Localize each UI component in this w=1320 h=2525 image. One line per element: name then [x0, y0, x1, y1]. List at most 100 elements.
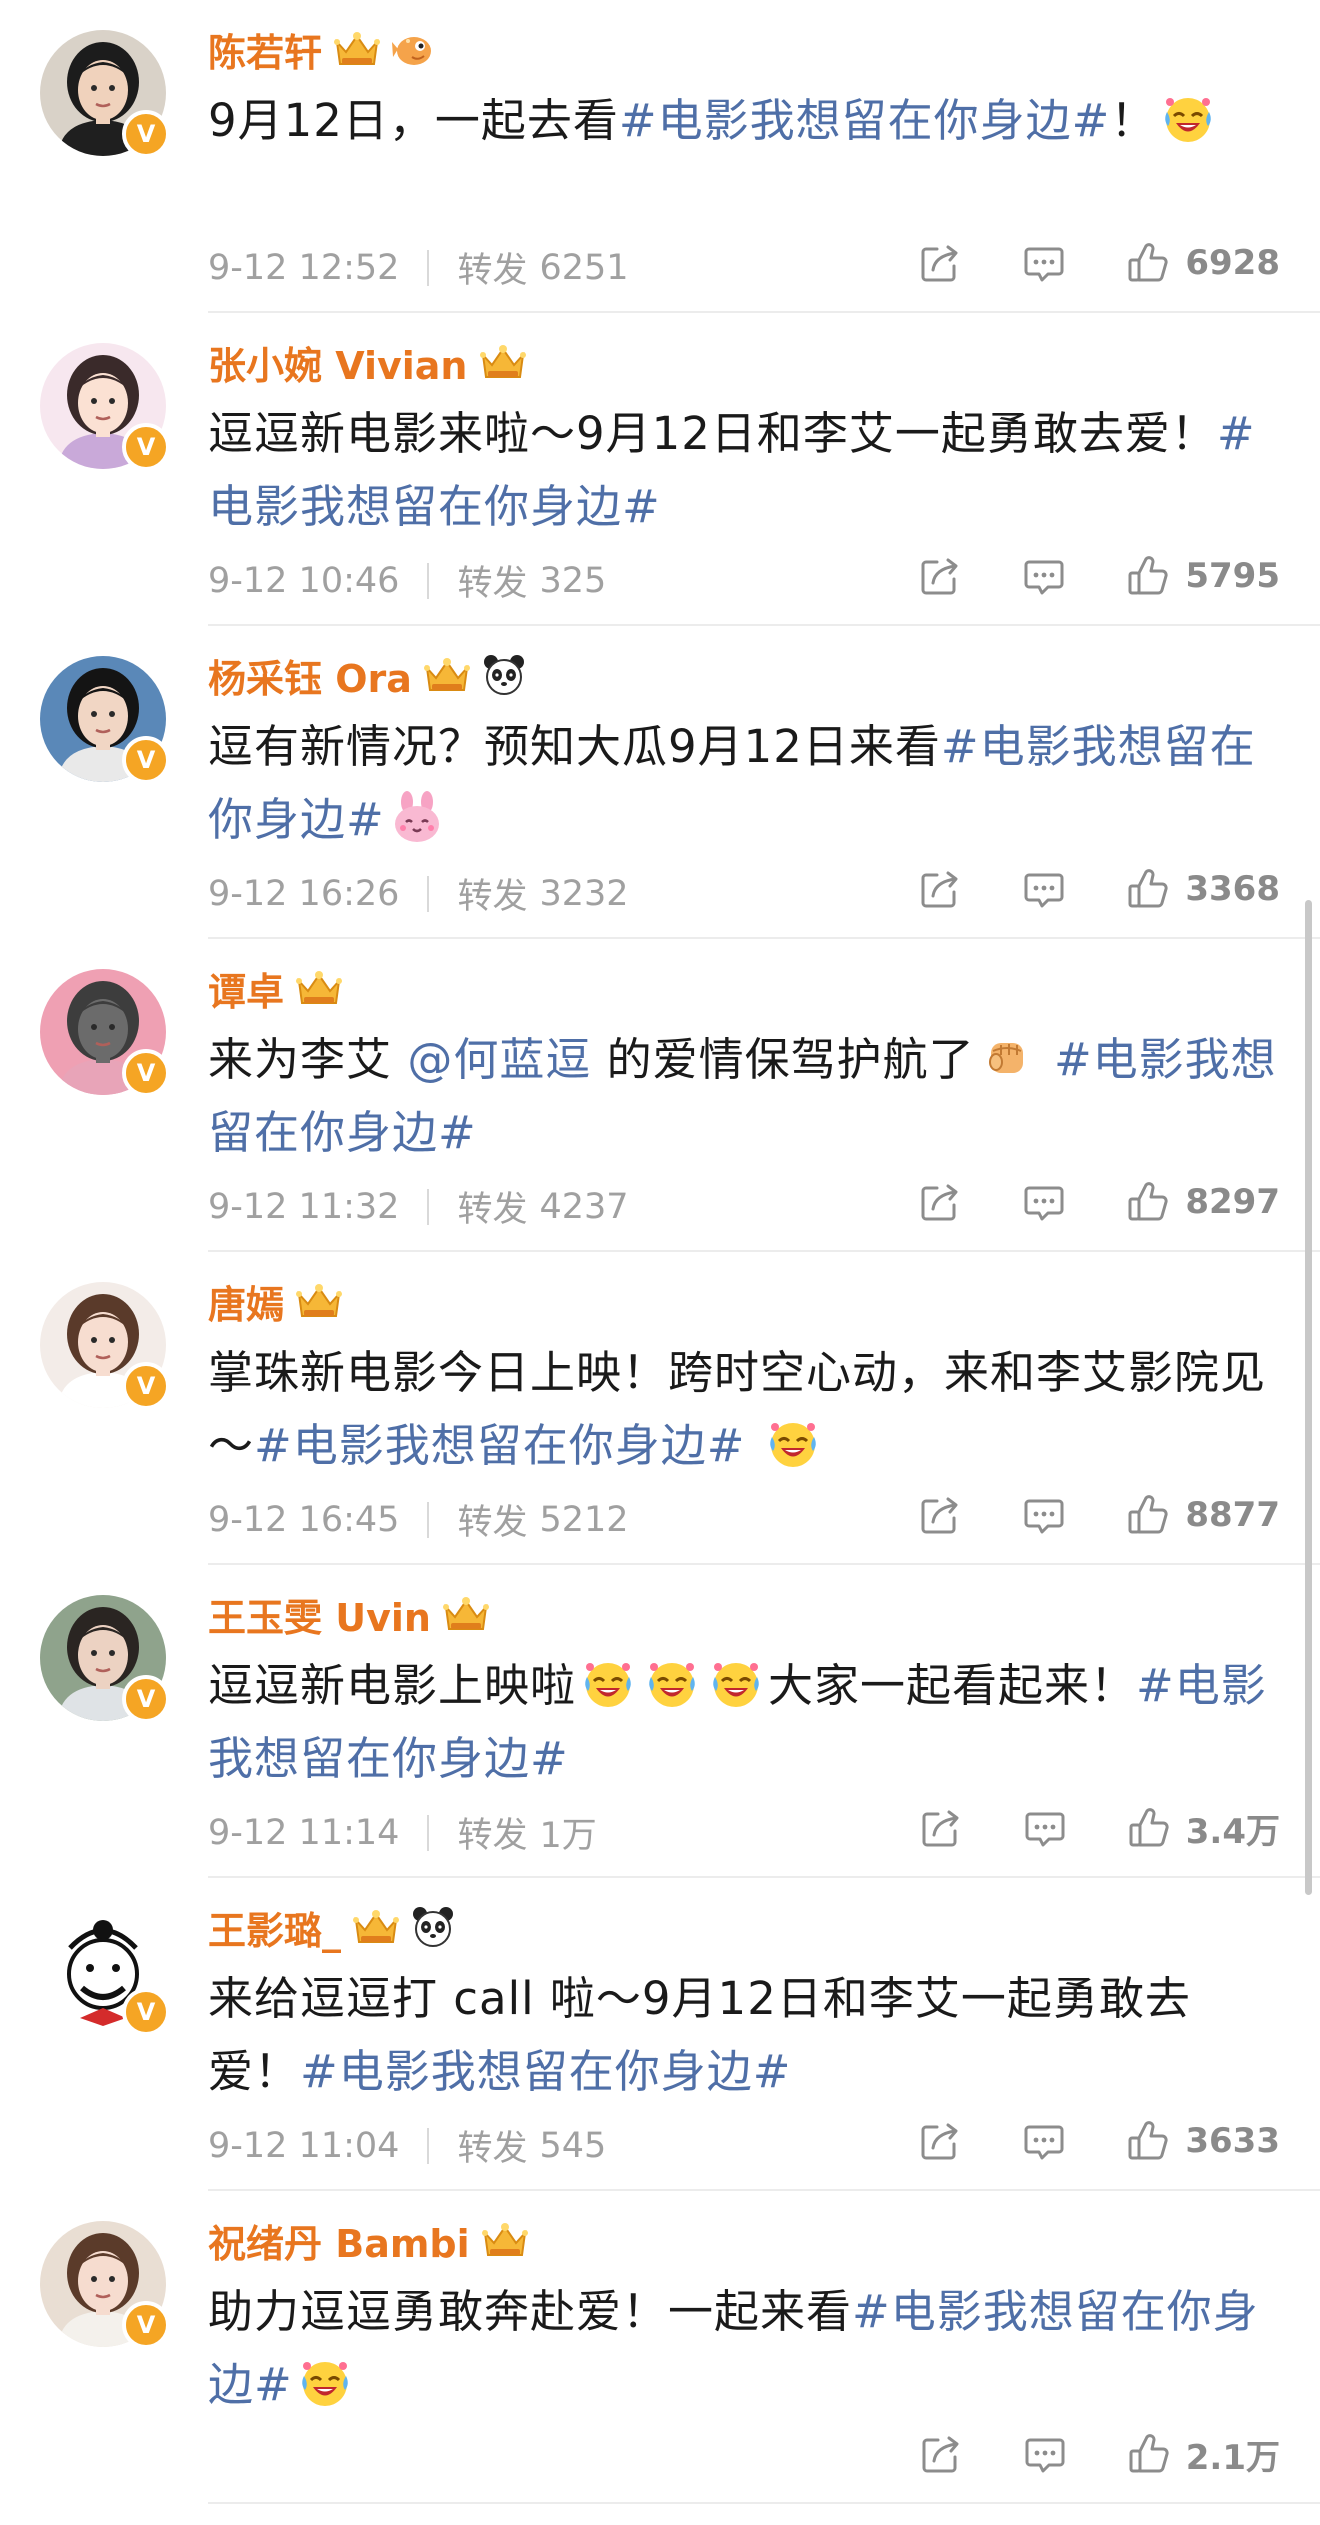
share-button[interactable]	[917, 240, 963, 286]
share-button[interactable]	[917, 2118, 963, 2164]
repost-count: 1万	[539, 1816, 597, 1856]
comment-button[interactable]	[1021, 240, 1067, 286]
verified-badge-icon: V	[122, 110, 170, 158]
panda-icon	[411, 1905, 455, 1949]
post-actions: 5795	[917, 551, 1280, 601]
share-button[interactable]	[917, 1492, 963, 1538]
author-name[interactable]: 张小婉 Vivian	[208, 335, 468, 390]
avatar[interactable]: V	[40, 343, 170, 471]
avatar[interactable]: V	[40, 1282, 170, 1410]
fist-emoji-icon	[979, 1029, 1035, 1085]
laugh-cry-emoji-icon	[644, 1655, 700, 1711]
hashtag-link[interactable]: #电影我想留在你身边#	[254, 1419, 745, 1472]
comment-button[interactable]	[1022, 1805, 1068, 1851]
share-icon	[917, 553, 963, 599]
share-button[interactable]	[918, 2431, 964, 2477]
mention-link[interactable]: @何蓝逗	[407, 1033, 591, 1086]
weibo-post[interactable]: V 谭卓 来为李艾 @何蓝逗 的爱情保驾护航了 #电影我想留在你身边# 9-12 11…	[0, 939, 1320, 1252]
post-text-segment	[745, 1419, 760, 1472]
comment-button[interactable]	[1021, 1179, 1067, 1225]
author-name[interactable]: 祝绪丹 Bambi	[208, 2213, 470, 2268]
author-row: 杨采钰 Ora	[208, 648, 526, 703]
repost-label: 转发	[457, 1816, 528, 1856]
weibo-post[interactable]: V 张小婉 Vivian 逗逗新电影来啦～9月12日和李艾一起勇敢去爱！#电影我想留…	[0, 313, 1320, 626]
post-text-segment	[1039, 1033, 1054, 1086]
like-button[interactable]: 3633	[1125, 2118, 1280, 2164]
comment-button[interactable]	[1021, 2118, 1067, 2164]
post-text: 来为李艾 @何蓝逗 的爱情保驾护航了 #电影我想留在你身边#	[208, 1023, 1278, 1169]
post-text-segment: 来为李艾	[208, 1033, 408, 1086]
like-button[interactable]: 3.4万	[1126, 1804, 1280, 1853]
share-button[interactable]	[917, 553, 963, 599]
avatar[interactable]: V	[40, 656, 170, 784]
meta-divider	[427, 875, 430, 912]
meta-divider	[427, 562, 430, 599]
verified-badge-icon: V	[122, 2301, 170, 2349]
post-text: 掌珠新电影今日上映！跨时空心动，来和李艾影院见～#电影我想留在你身边#	[208, 1336, 1278, 1482]
hashtag-link[interactable]: #电影我想留在你身边#	[300, 2045, 791, 2098]
scrollbar[interactable]	[1305, 900, 1312, 1895]
comment-button[interactable]	[1021, 1492, 1067, 1538]
author-row: 陈若轩	[208, 22, 436, 77]
verified-badge-icon: V	[122, 1675, 170, 1723]
post-actions: 3633	[917, 2116, 1280, 2166]
verified-badge-icon: V	[122, 1988, 170, 2036]
avatar[interactable]: V	[40, 1595, 170, 1723]
post-time: 9-12 11:04	[208, 2125, 400, 2166]
hashtag-link[interactable]: #电影我想留在你身边#	[619, 94, 1110, 147]
like-button[interactable]: 5795	[1125, 553, 1280, 599]
repost-label: 转发	[457, 877, 528, 917]
like-button[interactable]: 6928	[1125, 240, 1280, 286]
post-text: 助力逗逗勇敢奔赴爱！一起来看#电影我想留在你身边#	[208, 2275, 1278, 2421]
like-button[interactable]: 8877	[1125, 1492, 1280, 1538]
weibo-post[interactable]: V 陈若轩 9月12日，一起去看#电影我想留在你身边#！ 9-12 12:52 转发 …	[0, 0, 1320, 313]
weibo-post[interactable]: V 杨采钰 Ora 逗有新情况？预知大瓜9月12日来看#电影我想留在你身边# 9-12…	[0, 626, 1320, 939]
meta-divider	[427, 249, 430, 286]
comment-button[interactable]	[1021, 866, 1067, 912]
post-text-segment: 逗逗新电影上映啦	[208, 1659, 577, 1712]
like-count: 3.4万	[1185, 1811, 1280, 1852]
like-button[interactable]: 8297	[1125, 1179, 1280, 1225]
author-name[interactable]: 唐嫣	[208, 1274, 284, 1329]
post-actions: 8877	[917, 1490, 1280, 1540]
like-button[interactable]: 3368	[1125, 866, 1280, 912]
repost-count: 325	[539, 560, 607, 601]
like-button[interactable]: 2.1万	[1126, 2430, 1280, 2479]
weibo-post[interactable]: V 唐嫣 掌珠新电影今日上映！跨时空心动，来和李艾影院见～#电影我想留在你身边# 9…	[0, 1252, 1320, 1565]
author-name[interactable]: 王影璐_	[208, 1900, 341, 1955]
comment-button[interactable]	[1021, 553, 1067, 599]
weibo-post[interactable]: V 王影璐_ 来给逗逗打 call 啦～9月12日和李艾一起勇敢去爱！#电影我想留在…	[0, 1878, 1320, 2191]
post-text-segment: 助力逗逗勇敢奔赴爱！一起来看	[208, 2285, 853, 2338]
post-text: 9月12日，一起去看#电影我想留在你身边#！	[208, 84, 1278, 157]
author-name[interactable]: 杨采钰 Ora	[208, 648, 412, 703]
author-row: 谭卓	[208, 961, 344, 1016]
share-icon	[918, 1805, 964, 1851]
share-button[interactable]	[917, 866, 963, 912]
post-time: 9-12 10:46	[208, 560, 400, 601]
share-button[interactable]	[917, 1179, 963, 1225]
crown-icon	[480, 2219, 530, 2261]
avatar[interactable]: V	[40, 30, 170, 158]
like-count: 8877	[1185, 1495, 1280, 1535]
post-time: 9-12 11:14	[208, 1812, 400, 1853]
weibo-post[interactable]: V 祝绪丹 Bambi 助力逗逗勇敢奔赴爱！一起来看#电影我想留在你身边# 2.1万	[0, 2191, 1320, 2504]
crown-icon	[478, 341, 528, 383]
post-text: 逗逗新电影来啦～9月12日和李艾一起勇敢去爱！#电影我想留在你身边#	[208, 397, 1278, 543]
post-actions: 3.4万	[918, 1803, 1280, 1853]
author-name[interactable]: 陈若轩	[208, 22, 322, 77]
author-row: 王玉雯 Uvin	[208, 1587, 491, 1642]
meta-divider	[427, 1814, 430, 1851]
comment-button[interactable]	[1022, 2431, 1068, 2477]
avatar[interactable]: V	[40, 969, 170, 1097]
author-name[interactable]: 谭卓	[208, 961, 284, 1016]
post-meta: 9-12 16:26 转发 3232	[208, 868, 629, 919]
author-row: 王影璐_	[208, 1900, 455, 1955]
author-name[interactable]: 王玉雯 Uvin	[208, 1587, 431, 1642]
post-actions: 2.1万	[918, 2429, 1280, 2479]
pink-bunny-emoji-icon	[389, 789, 445, 845]
weibo-post[interactable]: V 王玉雯 Uvin 逗逗新电影上映啦 大家一起看起来！#电影我想留在你身边# 9-12…	[0, 1565, 1320, 1878]
avatar[interactable]: V	[40, 1908, 170, 2036]
avatar[interactable]: V	[40, 2221, 170, 2349]
share-button[interactable]	[918, 1805, 964, 1851]
laugh-cry-emoji-icon	[297, 2354, 353, 2410]
